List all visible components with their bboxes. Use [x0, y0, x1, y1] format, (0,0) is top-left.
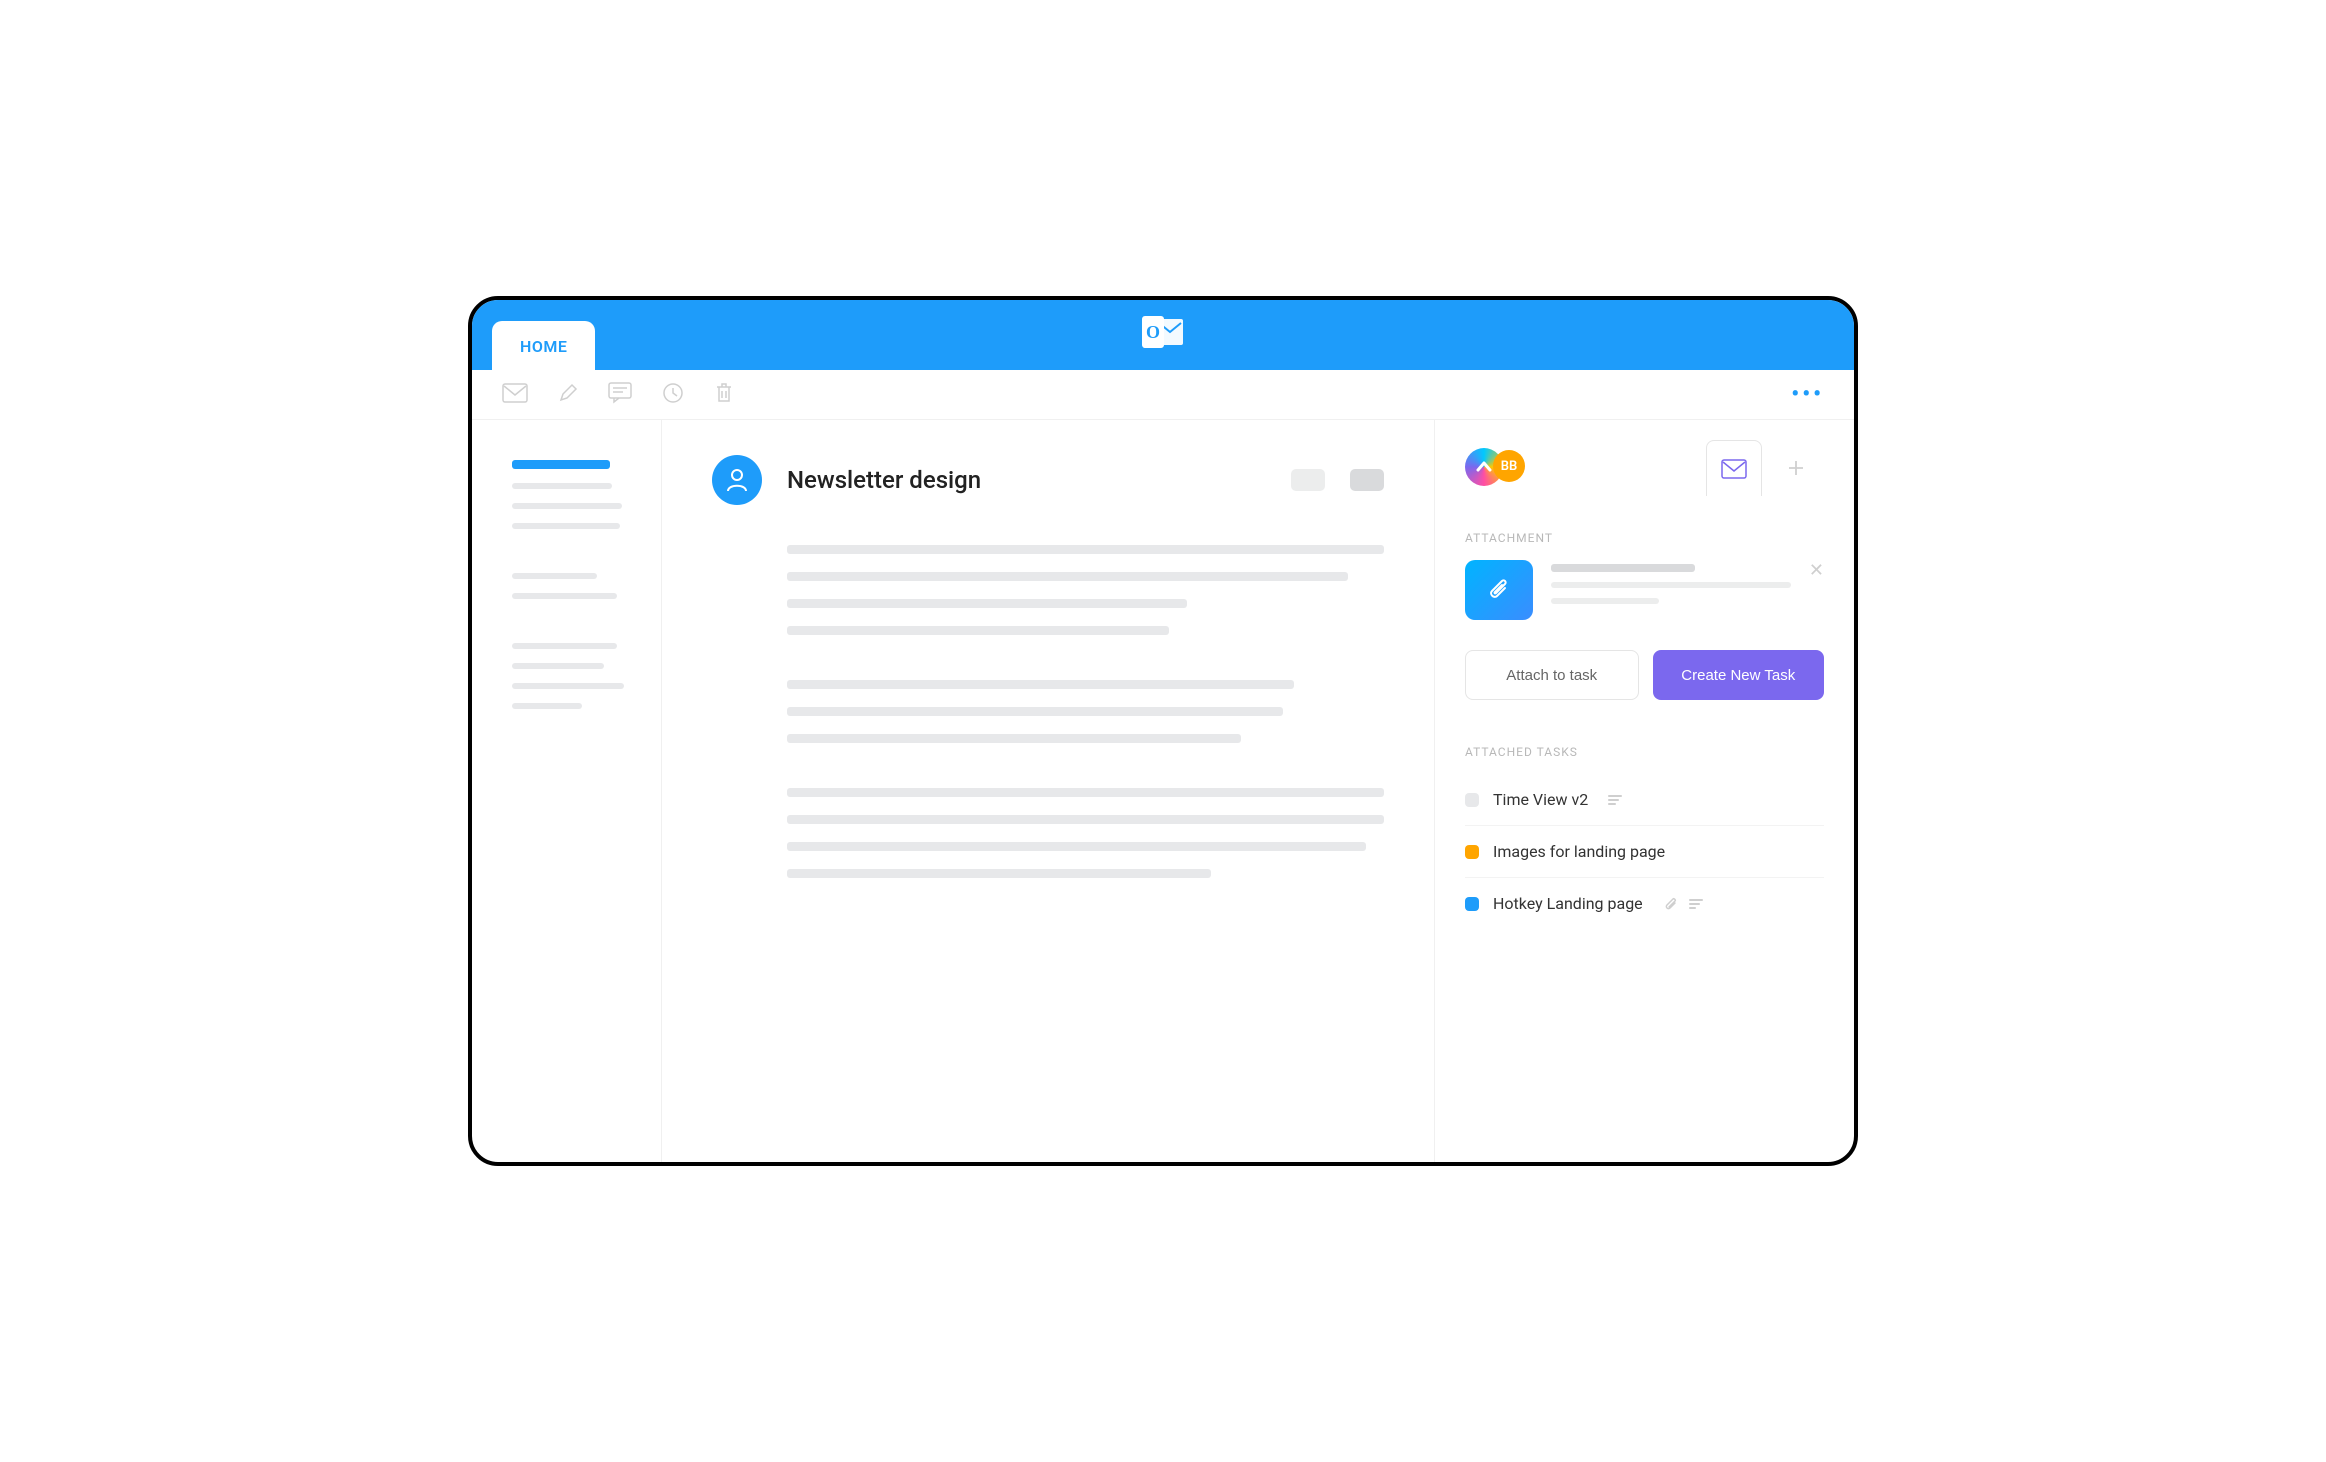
chat-icon[interactable]	[608, 382, 632, 408]
text-line	[787, 869, 1211, 878]
task-row[interactable]: Images for landing page	[1465, 826, 1824, 878]
task-label: Hotkey Landing page	[1493, 894, 1643, 913]
svg-text:O: O	[1146, 322, 1160, 342]
clickup-logo: BB	[1465, 448, 1525, 488]
panel-tab-mail[interactable]	[1706, 440, 1762, 496]
attachment-info	[1551, 560, 1791, 614]
sidebar-item[interactable]	[512, 663, 604, 669]
sidebar-item[interactable]	[512, 703, 582, 709]
user-badge: BB	[1493, 450, 1525, 482]
avatar	[712, 455, 762, 505]
toolbar: •••	[472, 370, 1854, 420]
sidebar-item[interactable]	[512, 643, 617, 649]
text-line	[787, 545, 1384, 554]
edit-icon[interactable]	[558, 383, 578, 407]
attached-tasks-label: ATTACHED TASKS	[1465, 745, 1824, 759]
description-icon	[1608, 795, 1622, 805]
sidebar-item[interactable]	[512, 573, 597, 579]
outlook-logo: O	[1140, 314, 1186, 356]
text-line	[787, 815, 1384, 824]
text-line	[787, 788, 1384, 797]
task-status-icon	[1465, 897, 1479, 911]
text-line	[787, 599, 1187, 608]
sidebar-item[interactable]	[512, 593, 617, 599]
sidebar-item-active[interactable]	[512, 460, 610, 469]
create-new-task-button[interactable]: Create New Task	[1653, 650, 1825, 700]
content-block	[712, 545, 1384, 635]
action-pill[interactable]	[1350, 469, 1384, 491]
app-window: HOME O •••	[468, 296, 1858, 1166]
top-bar: HOME O	[472, 300, 1854, 370]
reading-pane: Newsletter design	[662, 420, 1434, 1162]
text-line	[1551, 564, 1695, 572]
task-status-icon	[1465, 793, 1479, 807]
close-icon[interactable]: ✕	[1809, 560, 1824, 581]
panel-tab-add[interactable]	[1768, 440, 1824, 496]
text-line	[787, 734, 1241, 743]
button-row: Attach to task Create New Task	[1465, 650, 1824, 700]
attachment-row: ✕	[1465, 560, 1824, 620]
text-line	[1551, 598, 1659, 604]
action-pill[interactable]	[1291, 469, 1325, 491]
clock-icon[interactable]	[662, 382, 684, 408]
sidebar-item[interactable]	[512, 483, 612, 489]
description-icon	[1689, 899, 1703, 909]
attachment-label: ATTACHMENT	[1465, 531, 1824, 545]
task-status-icon	[1465, 845, 1479, 859]
paperclip-icon	[1663, 896, 1679, 912]
task-row[interactable]: Time View v2	[1465, 774, 1824, 826]
text-line	[787, 680, 1294, 689]
text-line	[787, 572, 1348, 581]
content-block	[712, 788, 1384, 878]
side-panel: BB ATTACHMENT	[1434, 420, 1854, 1162]
mail-icon[interactable]	[502, 383, 528, 407]
sidebar-item[interactable]	[512, 503, 622, 509]
text-line	[787, 626, 1169, 635]
task-label: Images for landing page	[1493, 842, 1665, 861]
home-tab[interactable]: HOME	[492, 321, 595, 370]
task-row[interactable]: Hotkey Landing page	[1465, 878, 1824, 929]
body: Newsletter design	[472, 420, 1854, 1162]
panel-top: BB	[1465, 440, 1824, 496]
text-line	[1551, 582, 1791, 588]
content-block	[712, 680, 1384, 743]
mail-header: Newsletter design	[712, 455, 1384, 505]
sidebar-item[interactable]	[512, 683, 624, 689]
sidebar	[472, 420, 662, 1162]
attach-to-task-button[interactable]: Attach to task	[1465, 650, 1639, 700]
attachment-thumb[interactable]	[1465, 560, 1533, 620]
more-icon[interactable]: •••	[1791, 382, 1824, 407]
trash-icon[interactable]	[714, 382, 734, 408]
task-label: Time View v2	[1493, 790, 1588, 809]
mail-subject: Newsletter design	[787, 466, 1266, 494]
sidebar-item[interactable]	[512, 523, 620, 529]
text-line	[787, 707, 1283, 716]
text-line	[787, 842, 1366, 851]
